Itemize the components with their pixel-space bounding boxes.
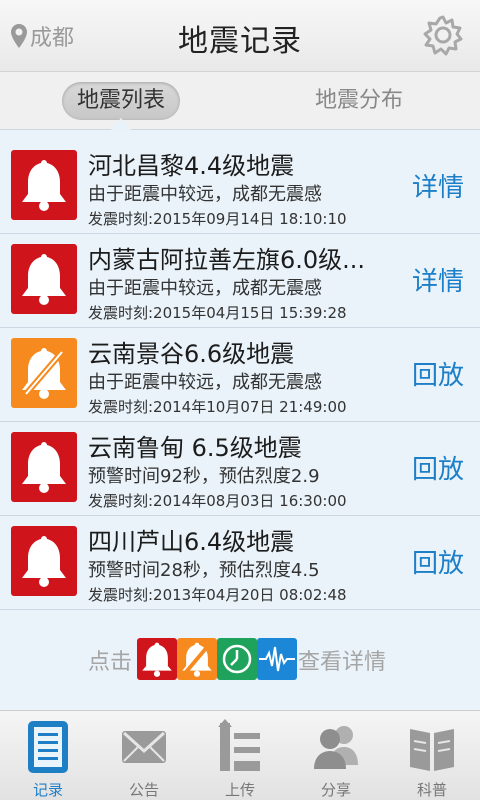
bell-icon <box>11 432 77 502</box>
record-title: 云南景谷6.6级地震 <box>88 340 295 368</box>
document-list-icon <box>28 721 68 773</box>
tab-pointer <box>111 118 131 130</box>
replay-button[interactable]: 回放 <box>412 449 464 486</box>
list-item[interactable]: 河北昌黎4.4级地震 由于距震中较远，成都无震感 发震时刻:2015年09月14… <box>0 140 480 234</box>
tab-earthquake-distribution[interactable]: 地震分布 <box>300 82 418 120</box>
list-item[interactable]: 四川芦山6.4级地震 预警时间28秒，预估烈度4.5 发震时刻:2013年04月… <box>0 516 480 610</box>
nav-item-science[interactable]: 科普 <box>384 711 480 800</box>
earthquake-list: 河北昌黎4.4级地震 由于距震中较远，成都无震感 发震时刻:2015年09月14… <box>0 140 480 610</box>
bottom-nav: 记录 公告 上传 分享 科普 <box>0 710 480 800</box>
nav-label: 分享 <box>320 781 351 799</box>
details-button[interactable]: 详情 <box>412 167 464 204</box>
record-subtitle: 预警时间92秒，预估烈度2.9 <box>88 466 320 487</box>
nav-label: 上传 <box>224 781 255 799</box>
tab-bar: 地震列表 地震分布 <box>0 72 480 130</box>
details-button[interactable]: 详情 <box>412 261 464 298</box>
list-item[interactable]: 云南鲁甸 6.5级地震 预警时间92秒，预估烈度2.9 发震时刻:2014年08… <box>0 422 480 516</box>
replay-button[interactable]: 回放 <box>412 355 464 392</box>
envelope-icon <box>122 731 166 763</box>
record-time: 发震时刻:2014年08月03日 16:30:00 <box>88 492 347 510</box>
upload-icon <box>218 719 260 771</box>
nav-item-upload[interactable]: 上传 <box>192 711 288 800</box>
record-title: 河北昌黎4.4级地震 <box>88 152 295 180</box>
tab-earthquake-list[interactable]: 地震列表 <box>62 82 180 120</box>
users-icon <box>314 726 358 769</box>
clock-icon <box>217 638 257 680</box>
nav-item-share[interactable]: 分享 <box>288 711 384 800</box>
nav-item-records[interactable]: 记录 <box>0 711 96 800</box>
record-title: 内蒙古阿拉善左旗6.0级... <box>88 246 366 274</box>
bell-muted-icon <box>11 338 77 408</box>
bell-icon <box>11 526 77 596</box>
list-item[interactable]: 云南景谷6.6级地震 由于距震中较远，成都无震感 发震时刻:2014年10月07… <box>0 328 480 422</box>
gear-icon[interactable] <box>422 14 464 56</box>
record-title: 云南鲁甸 6.5级地震 <box>88 434 302 462</box>
book-icon <box>410 729 454 771</box>
nav-label: 公告 <box>128 781 159 799</box>
record-time: 发震时刻:2013年04月20日 08:02:48 <box>88 586 347 604</box>
bell-icon <box>11 150 77 220</box>
icon-legend: 点击 查看详情 <box>0 636 480 682</box>
replay-button[interactable]: 回放 <box>412 543 464 580</box>
legend-prefix: 点击 <box>88 650 133 675</box>
nav-item-announcements[interactable]: 公告 <box>96 711 192 800</box>
nav-label: 科普 <box>416 781 447 799</box>
record-time: 发震时刻:2015年04月15日 15:39:28 <box>88 304 347 322</box>
page-title: 地震记录 <box>178 24 302 59</box>
list-item[interactable]: 内蒙古阿拉善左旗6.0级... 由于距震中较远，成都无震感 发震时刻:2015年… <box>0 234 480 328</box>
record-subtitle: 预警时间28秒，预估烈度4.5 <box>88 560 320 581</box>
bell-muted-icon <box>177 638 217 680</box>
record-time: 发震时刻:2014年10月07日 21:49:00 <box>88 398 347 416</box>
bell-icon <box>137 638 177 680</box>
record-subtitle: 由于距震中较远，成都无震感 <box>88 372 322 393</box>
record-title: 四川芦山6.4级地震 <box>88 528 295 556</box>
app-header: 成都 地震记录 <box>0 0 480 72</box>
nav-label: 记录 <box>32 781 63 799</box>
bell-icon <box>11 244 77 314</box>
legend-suffix: 查看详情 <box>298 650 387 675</box>
record-subtitle: 由于距震中较远，成都无震感 <box>88 278 322 299</box>
record-time: 发震时刻:2015年09月14日 18:10:10 <box>88 210 347 228</box>
waveform-icon <box>257 638 297 680</box>
record-subtitle: 由于距震中较远，成都无震感 <box>88 184 322 205</box>
